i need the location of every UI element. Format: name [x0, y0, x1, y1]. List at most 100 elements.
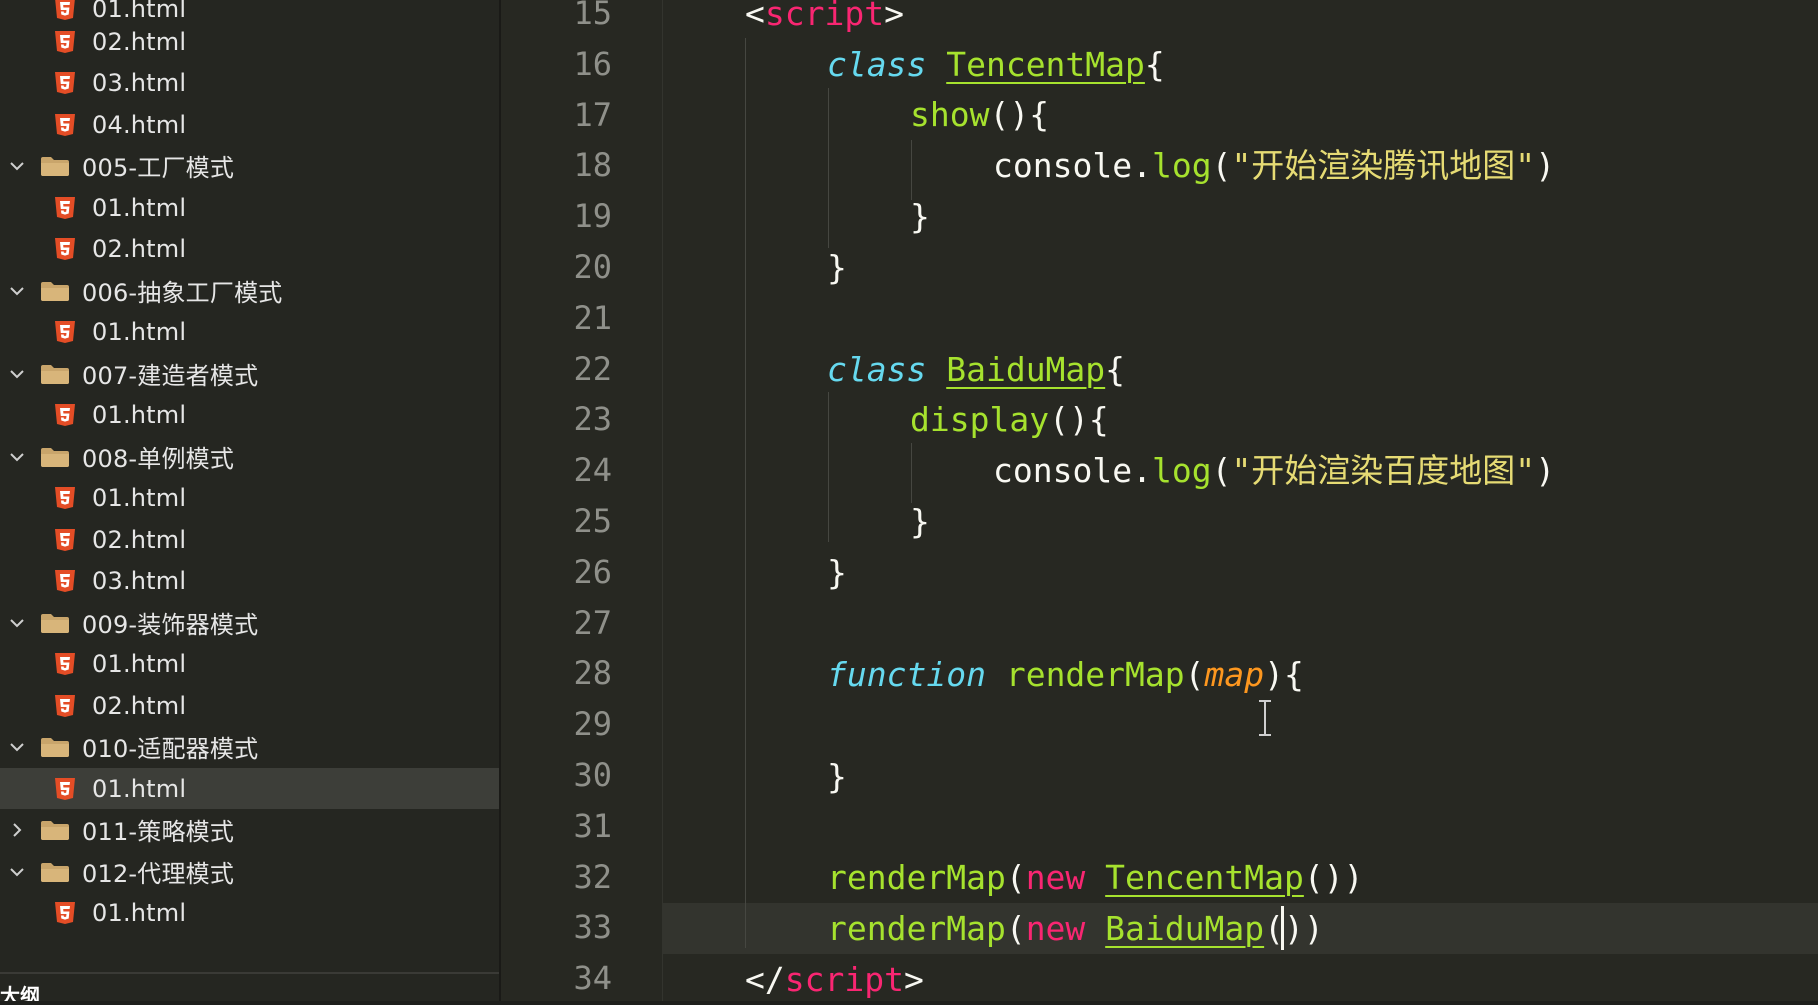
token-method-name: show	[910, 95, 990, 134]
tree-file[interactable]: 01.html	[0, 477, 499, 518]
chevron-right-icon	[13, 822, 22, 837]
line-number: 27	[573, 603, 612, 642]
tree-item-label: 012-代理模式	[82, 860, 235, 888]
html5-file-icon	[55, 528, 75, 551]
tree-folder[interactable]: 012-代理模式	[0, 851, 499, 892]
chevron-down-icon	[10, 452, 24, 461]
tree-toggle[interactable]	[0, 862, 34, 882]
tree-item-label: 02.html	[92, 234, 187, 263]
code-line-32[interactable]: renderMap(new TencentMap())	[827, 852, 1363, 903]
tree-toggle[interactable]	[0, 281, 34, 301]
token-class-name: BaiduMap	[946, 350, 1106, 389]
token-lt: </	[745, 960, 785, 999]
tree-file[interactable]: 01.html	[0, 768, 499, 809]
code-line-18[interactable]: console.log("开始渲染腾讯地图")	[993, 140, 1555, 191]
tree-toggle[interactable]	[0, 447, 34, 467]
code-line-24[interactable]: console.log("开始渲染百度地图")	[993, 445, 1555, 496]
tree-file[interactable]: 01.html	[0, 643, 499, 684]
token-gt: >	[903, 960, 924, 999]
tree-file[interactable]: 01.html	[0, 394, 499, 435]
code-line-16[interactable]: class TencentMap{	[827, 39, 1165, 90]
code-line-20[interactable]: }	[827, 242, 847, 293]
token-gt: >	[884, 0, 904, 33]
code-line-23[interactable]: display(){	[910, 394, 1109, 445]
token-function-kw: function	[827, 655, 986, 694]
tree-folder[interactable]: 010-适配器模式	[0, 726, 499, 767]
code-line-25[interactable]: }	[910, 496, 930, 547]
tree-file[interactable]: 02.html	[0, 228, 499, 269]
token-string: "开始渲染腾讯地图"	[1231, 146, 1536, 185]
tree-file[interactable]: 04.html	[0, 104, 499, 145]
tree-file[interactable]: 02.html	[0, 685, 499, 726]
html5-file-icon	[55, 569, 75, 592]
tree-file[interactable]: 03.html	[0, 62, 499, 103]
line-number: 22	[573, 349, 612, 388]
token-log: log	[1151, 146, 1212, 185]
tree-toggle[interactable]	[0, 156, 34, 176]
code-line-28[interactable]: function renderMap(map){	[827, 649, 1304, 700]
token-class-kw: class	[827, 45, 927, 84]
tree-folder[interactable]: 005-工厂模式	[0, 145, 499, 186]
outline-panel-header[interactable]	[0, 972, 499, 1001]
tree-item-label: 01.html	[92, 649, 187, 678]
code-line-15[interactable]: <script>	[745, 0, 904, 39]
tree-item-label: 02.html	[92, 525, 187, 554]
tree-item-label: 03.html	[92, 566, 187, 595]
tree-item-label: 01.html	[92, 193, 187, 222]
code-line-19[interactable]: }	[910, 191, 930, 242]
tree-item-label: 04.html	[92, 110, 187, 139]
tree-toggle[interactable]	[0, 737, 34, 757]
token-script-tag: script	[784, 960, 904, 999]
token-class-name: TencentMap	[946, 45, 1145, 84]
file-explorer: 01.html 02.html 03.html 04.html 005-工厂模式 01.h…	[0, 0, 499, 1001]
folder-icon	[41, 447, 69, 467]
tree-file[interactable]: 03.html	[0, 560, 499, 601]
code-line-34[interactable]: </script>	[745, 954, 924, 1005]
line-number: 31	[573, 806, 612, 845]
tree-item-label: 01.html	[92, 774, 187, 803]
tree-file[interactable]: 01.html	[0, 311, 499, 352]
line-number: 33	[573, 908, 612, 947]
line-number: 26	[573, 552, 612, 591]
tree-file[interactable]: 02.html	[0, 519, 499, 560]
token-lt: <	[745, 0, 765, 33]
tree-item-label: 008-单例模式	[82, 445, 235, 473]
html5-file-icon	[55, 237, 75, 260]
line-number: 17	[573, 95, 612, 134]
folder-icon	[41, 364, 69, 384]
code-line-17[interactable]: show(){	[910, 89, 1049, 140]
tree-item-label: 009-装饰器模式	[82, 611, 259, 639]
tree-folder[interactable]: 007-建造者模式	[0, 353, 499, 394]
tree-toggle[interactable]	[0, 613, 34, 633]
tree-folder[interactable]: 009-装饰器模式	[0, 602, 499, 643]
tree-file[interactable]: 02.html	[0, 21, 499, 62]
folder-icon	[41, 613, 69, 633]
indent-guide	[828, 88, 829, 248]
html5-file-icon	[55, 777, 75, 800]
code-line-30[interactable]: }	[827, 751, 847, 802]
tree-item-label: 01.html	[92, 898, 187, 927]
tree-folder[interactable]: 006-抽象工厂模式	[0, 270, 499, 311]
line-number: 18	[573, 146, 612, 185]
tree-toggle[interactable]	[0, 364, 34, 384]
tree-file[interactable]: 01.html	[0, 892, 499, 933]
line-number: 19	[573, 197, 612, 236]
code-line-22[interactable]: class BaiduMap{	[827, 344, 1125, 395]
code-line-33[interactable]: renderMap(new BaiduMap())	[827, 903, 1324, 954]
token-console: console	[993, 146, 1133, 185]
html5-file-icon	[55, 0, 75, 20]
token-method-name: display	[910, 400, 1050, 439]
html5-file-icon	[55, 652, 75, 675]
code-line-26[interactable]: }	[827, 547, 847, 598]
html5-file-icon	[55, 113, 75, 136]
tree-toggle[interactable]	[0, 820, 34, 840]
token-function-name: renderMap	[1005, 655, 1185, 694]
line-number: 15	[573, 0, 612, 32]
tree-folder[interactable]: 011-策略模式	[0, 809, 499, 850]
indent-guide	[745, 38, 746, 948]
tree-folder[interactable]: 008-单例模式	[0, 436, 499, 477]
token-param: map	[1204, 655, 1265, 694]
tree-item-label: 01.html	[92, 0, 187, 23]
tree-file[interactable]: 01.html	[0, 187, 499, 228]
folder-icon	[41, 737, 69, 757]
